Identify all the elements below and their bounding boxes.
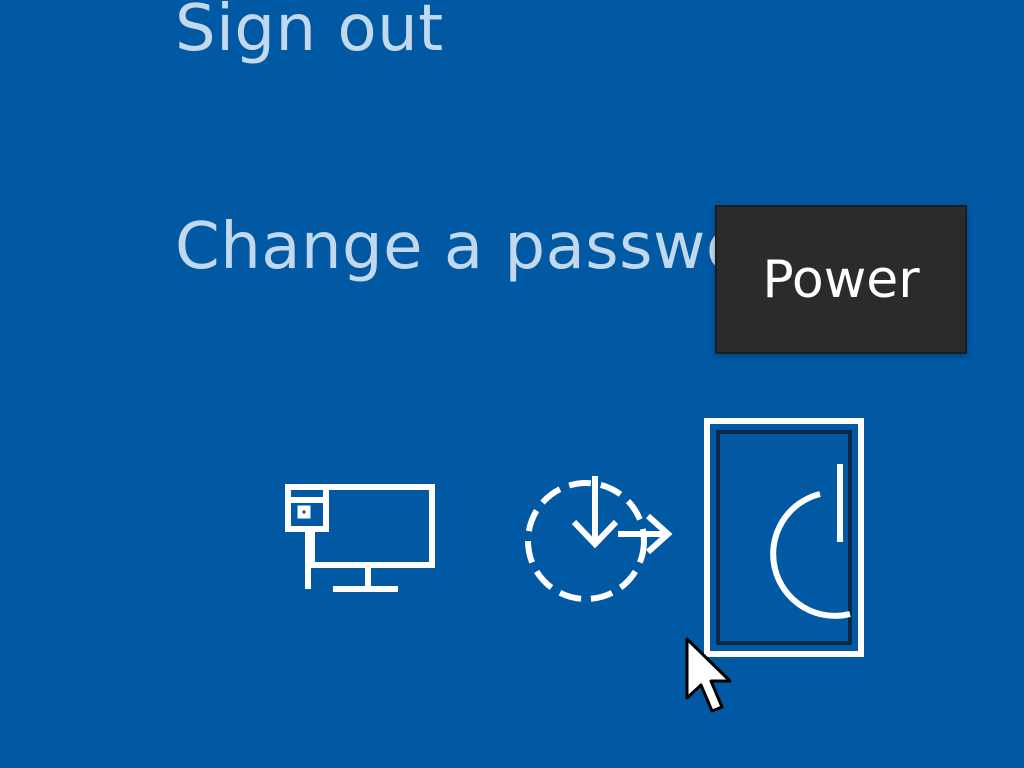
security-options-screen: Sign out Change a password Power [0, 0, 1024, 768]
power-icon [770, 464, 851, 619]
ease-of-access-icon [525, 476, 673, 602]
network-button[interactable] [278, 474, 443, 602]
power-button[interactable] [704, 418, 864, 657]
ease-of-access-button[interactable] [518, 468, 680, 608]
network-icon [285, 484, 435, 592]
power-tooltip: Power [715, 205, 967, 354]
tooltip-label: Power [762, 249, 920, 310]
sign-out-option[interactable]: Sign out [175, 0, 444, 61]
